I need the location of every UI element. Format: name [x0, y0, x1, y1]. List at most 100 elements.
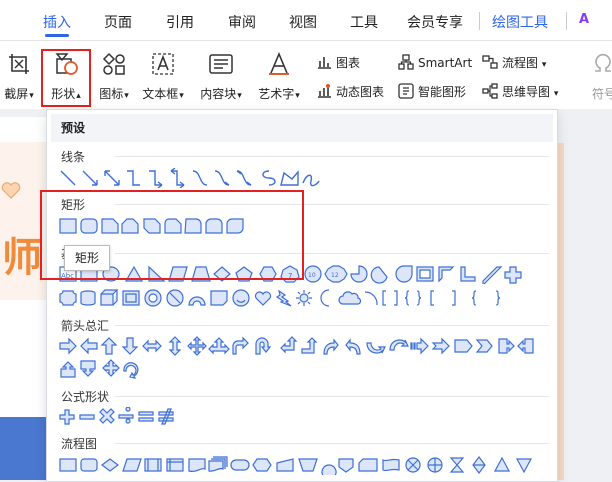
flowchart-internal-storage-shape[interactable] [166, 458, 184, 472]
can-shape[interactable] [80, 290, 96, 306]
right-arrow-shape[interactable] [59, 337, 77, 355]
tab-tools[interactable]: 工具 [350, 0, 378, 40]
right-bracket-shape[interactable] [452, 290, 456, 306]
pentagon-arrow-shape[interactable] [454, 339, 473, 353]
flowchart-merge-shape[interactable] [515, 458, 533, 474]
plaque-shape[interactable] [59, 290, 77, 306]
bevel-shape[interactable] [122, 290, 140, 306]
tab-view[interactable]: 视图 [289, 0, 317, 40]
folded-corner-shape[interactable] [210, 290, 228, 306]
equal-shape[interactable] [138, 411, 154, 422]
curved-double-arrow-shape[interactable] [236, 170, 252, 186]
line-shape[interactable] [60, 170, 76, 186]
pie-shape[interactable] [350, 265, 368, 283]
lightning-bolt-shape[interactable] [275, 289, 292, 307]
flowchart-button[interactable]: 流程图 ▾ [482, 52, 546, 74]
tab-member[interactable]: 会员专享 [407, 0, 463, 40]
left-arrow-callout-shape[interactable] [517, 338, 534, 354]
flowchart-punched-tape-shape[interactable] [382, 458, 400, 472]
cloud-shape[interactable] [338, 291, 362, 305]
left-right-arrow-shape[interactable] [142, 339, 162, 353]
circular-arrow-shape[interactable] [123, 362, 139, 379]
striped-right-arrow-shape[interactable] [410, 337, 429, 355]
double-brace-shape[interactable] [404, 290, 422, 306]
flowchart-card-shape[interactable] [358, 458, 378, 472]
bent-arrow-shape[interactable] [232, 336, 249, 355]
tab-insert[interactable]: 插入 [43, 0, 71, 40]
teardrop-shape[interactable] [395, 265, 413, 283]
u-turn-arrow-shape[interactable] [255, 337, 272, 355]
cube-shape[interactable] [100, 289, 119, 306]
quad-arrow-callout-shape[interactable] [102, 359, 120, 377]
flowchart-predefined-process-shape[interactable] [144, 458, 162, 472]
screenshot-button[interactable]: 截屏▾ [0, 41, 38, 109]
flowchart-preparation-shape[interactable] [252, 458, 272, 472]
heart-shape[interactable] [254, 291, 272, 306]
tab-reference[interactable]: 引用 [166, 0, 194, 40]
flowchart-process-shape[interactable] [59, 458, 77, 472]
flowchart-sort-shape[interactable] [472, 456, 486, 474]
chart-button[interactable]: 图表 [316, 52, 360, 74]
left-up-arrow-shape[interactable] [280, 336, 298, 354]
content-block-button[interactable]: 内容块▾ [194, 41, 248, 109]
sun-shape[interactable] [299, 293, 309, 303]
up-arrow-callout-shape[interactable] [60, 361, 76, 378]
chord-shape[interactable] [370, 266, 388, 284]
multiply-shape[interactable] [99, 408, 115, 424]
bent-up-arrow-shape[interactable] [301, 337, 318, 354]
elbow-connector-shape[interactable] [127, 170, 140, 186]
flowchart-connector-shape[interactable] [321, 464, 337, 475]
minus-shape[interactable] [79, 414, 95, 420]
curved-up-arrow-shape[interactable] [366, 342, 386, 354]
left-arrow-shape[interactable] [80, 337, 98, 355]
flowchart-decision-shape[interactable] [101, 458, 119, 472]
double-bracket-shape[interactable] [382, 290, 398, 306]
down-arrow-shape[interactable] [121, 337, 139, 355]
arrow-line-shape[interactable] [82, 170, 98, 186]
flowchart-manual-operation-shape[interactable] [298, 458, 318, 472]
flowchart-collate-shape[interactable] [449, 457, 465, 473]
flowchart-manual-input-shape[interactable] [276, 458, 294, 472]
scribble-shape[interactable] [302, 174, 320, 187]
flowchart-terminator-shape[interactable] [230, 459, 250, 471]
block-arc-shape[interactable] [188, 296, 206, 306]
curved-connector-shape[interactable] [192, 170, 208, 186]
curved-left-arrow-shape[interactable] [345, 338, 361, 355]
curved-right-arrow-shape[interactable] [323, 338, 339, 355]
cross-shape[interactable] [504, 266, 522, 284]
double-arrow-line-shape[interactable] [104, 170, 120, 186]
smartart-button[interactable]: SmartArt [398, 52, 472, 74]
curved-down-arrow-shape[interactable] [389, 339, 409, 351]
tab-drawing-tools[interactable]: 绘图工具 [492, 0, 548, 40]
moon-shape[interactable] [320, 289, 330, 307]
curve-shape[interactable] [262, 170, 276, 186]
notched-right-arrow-shape[interactable] [431, 337, 450, 355]
not-equal-shape[interactable] [158, 408, 174, 425]
mindmap-button[interactable]: 思维导图 ▾ [482, 81, 558, 103]
tab-review[interactable]: 审阅 [228, 0, 256, 40]
symbol-button[interactable]: 符号 [586, 41, 612, 109]
divide-shape[interactable] [118, 407, 134, 424]
tab-home[interactable]: 开始 [0, 0, 14, 40]
up-down-arrow-shape[interactable] [168, 336, 182, 356]
elbow-double-arrow-shape[interactable] [170, 168, 185, 188]
smart-shape-button[interactable]: 智能图形 [398, 81, 466, 103]
left-brace-shape[interactable] [471, 290, 477, 306]
dynamic-chart-button[interactable]: 动态图表 [316, 81, 384, 103]
textbox-button[interactable]: 文本框▾ [138, 41, 188, 109]
smiley-face-shape[interactable] [232, 289, 250, 307]
plus-shape[interactable] [59, 409, 75, 425]
icon-button[interactable]: 图标▾ [94, 41, 134, 109]
flowchart-data-shape[interactable] [122, 458, 142, 472]
quad-arrow-shape[interactable] [187, 336, 207, 356]
arc-shape[interactable] [364, 291, 378, 306]
curved-arrow-connector-shape[interactable] [214, 170, 230, 186]
wps-ai-icon[interactable]: A [579, 13, 591, 26]
l-shape[interactable] [460, 266, 476, 282]
flowchart-multidocument-shape[interactable] [208, 456, 228, 472]
diagonal-stripe-shape[interactable] [482, 266, 503, 284]
tab-page[interactable]: 页面 [104, 0, 132, 40]
up-arrow-shape[interactable] [100, 337, 118, 355]
right-arrow-callout-shape[interactable] [498, 338, 515, 354]
flowchart-extract-shape[interactable] [493, 456, 511, 472]
